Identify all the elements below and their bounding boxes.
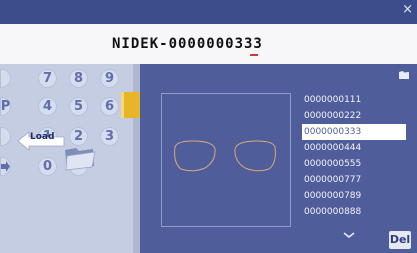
lens-edger-job-screen: × NIDEK-0000000333 P 7 8 9 4 5 6 1 2 3 0… bbox=[0, 0, 417, 253]
key-3[interactable]: 3 bbox=[100, 127, 119, 146]
key-0[interactable]: 0 bbox=[38, 157, 57, 176]
key-9[interactable]: 9 bbox=[100, 69, 119, 88]
job-list-item[interactable]: 0000000222 bbox=[302, 108, 406, 124]
job-list-item[interactable]: 0000000789 bbox=[302, 188, 406, 204]
panel-toggle-tab[interactable] bbox=[121, 92, 142, 118]
job-id-bar: NIDEK-0000000333 bbox=[0, 24, 417, 65]
job-list-item[interactable]: 0000000777 bbox=[302, 172, 406, 188]
enter-arrow-key[interactable] bbox=[0, 157, 11, 176]
arrow-right-icon bbox=[1, 161, 10, 172]
right-lens-outline bbox=[234, 140, 276, 172]
job-list-item[interactable]: 0000000111 bbox=[302, 92, 406, 108]
load-button-label[interactable]: Load bbox=[30, 132, 54, 142]
key-7[interactable]: 7 bbox=[38, 69, 57, 88]
left-lens-outline bbox=[174, 140, 216, 172]
job-list-item[interactable]: 0000000888 bbox=[302, 204, 406, 220]
folder-icon[interactable] bbox=[62, 142, 98, 172]
folder-icon[interactable] bbox=[398, 70, 410, 80]
job-list-item[interactable]: 0000000444 bbox=[302, 140, 406, 156]
close-icon[interactable]: × bbox=[402, 3, 413, 17]
job-list: 0000000111 0000000222 0000000333 0000000… bbox=[302, 92, 406, 220]
key-5[interactable]: 5 bbox=[69, 97, 88, 116]
key-4[interactable]: 4 bbox=[38, 97, 57, 116]
text-cursor bbox=[250, 54, 258, 56]
key-8[interactable]: 8 bbox=[69, 69, 88, 88]
job-list-item-selected[interactable]: 0000000333 bbox=[302, 124, 406, 140]
chevron-down-icon[interactable] bbox=[342, 230, 356, 240]
job-list-item[interactable]: 0000000555 bbox=[302, 156, 406, 172]
title-bar: × bbox=[0, 0, 417, 24]
job-id-display: NIDEK-0000000333 bbox=[112, 36, 263, 52]
delete-button[interactable]: Del bbox=[389, 231, 411, 249]
key-6[interactable]: 6 bbox=[100, 97, 119, 116]
keypad-edge-key-p[interactable]: P bbox=[0, 97, 11, 116]
